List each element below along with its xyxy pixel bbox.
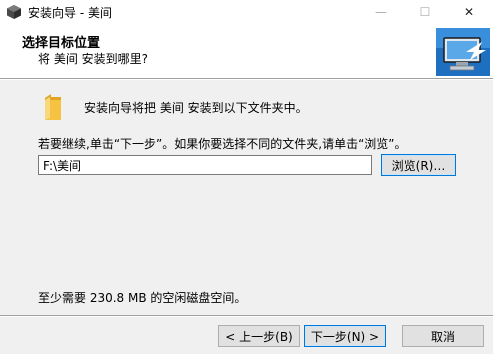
title-bar: 安装向导 - 美间 — ☐ ✕ — [0, 0, 493, 24]
next-button[interactable]: 下一步(N) > — [304, 325, 386, 347]
instruction-text: 若要继续,单击“下一步”。如果你要选择不同的文件夹,请单击“浏览”。 — [38, 137, 407, 151]
page-title: 选择目标位置 — [22, 36, 101, 51]
header-divider — [0, 78, 493, 80]
wizard-header: 选择目标位置 将 美间 安装到哪里? — [0, 24, 493, 78]
installer-app-icon — [7, 5, 21, 19]
back-button[interactable]: < 上一步(B) — [218, 325, 300, 347]
install-path-input[interactable] — [38, 155, 372, 175]
footer-divider — [0, 315, 493, 317]
browse-button[interactable]: 浏览(R)… — [381, 154, 456, 176]
computer-setup-icon — [436, 28, 490, 76]
page-subtitle: 将 美间 安装到哪里? — [38, 52, 148, 66]
folder-icon — [45, 94, 61, 120]
disk-space-text: 至少需要 230.8 MB 的空闲磁盘空间。 — [38, 291, 247, 305]
minimize-button[interactable]: — — [364, 0, 398, 24]
window-title: 安装向导 - 美间 — [28, 6, 112, 20]
maximize-button[interactable]: ☐ — [408, 0, 442, 24]
close-button[interactable]: ✕ — [452, 0, 486, 24]
install-info-text: 安装向导将把 美间 安装到以下文件夹中。 — [84, 101, 308, 115]
cancel-button[interactable]: 取消 — [402, 325, 484, 347]
